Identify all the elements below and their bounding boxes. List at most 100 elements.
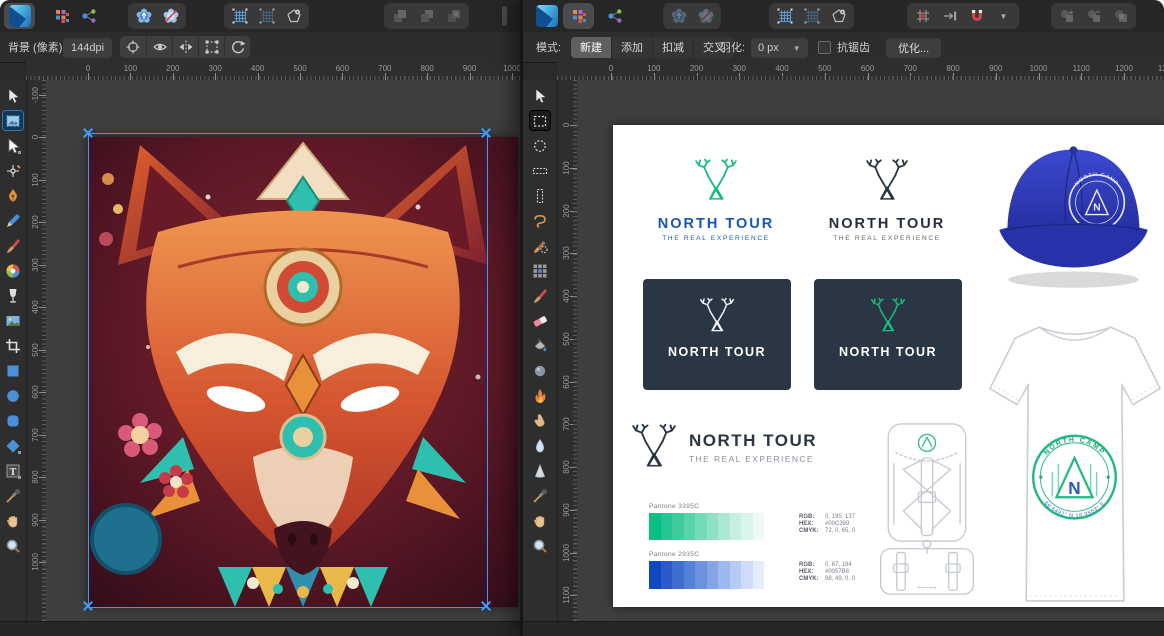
assistant-off-button[interactable] [157, 4, 184, 28]
ellipse-tool[interactable] [2, 385, 24, 406]
move-tool[interactable] [529, 85, 551, 106]
point-transform-tool[interactable] [2, 160, 24, 181]
rectangle-tool[interactable] [2, 360, 24, 381]
canvas-right[interactable]: NORTH TOUR THE REAL EXPERIENCE NORTH TOU… [577, 80, 1164, 622]
arrange-front-button[interactable] [440, 4, 467, 28]
color-wheel-tool[interactable] [2, 260, 24, 281]
grid-dim-button[interactable] [253, 4, 280, 28]
paint-brush-tool[interactable] [529, 285, 551, 306]
view-hand-tool[interactable] [2, 510, 24, 531]
sharpen-tool[interactable] [529, 460, 551, 481]
pixel-persona-button[interactable] [565, 4, 592, 28]
grid-button[interactable] [226, 4, 253, 28]
pantone-step [741, 561, 753, 589]
backpack-mockup[interactable] [875, 417, 979, 603]
pen-tool[interactable] [2, 185, 24, 206]
smudge-tool[interactable] [529, 410, 551, 431]
transparency-tool[interactable] [2, 285, 24, 306]
color-picker-tool[interactable] [529, 485, 551, 506]
text-tool[interactable]: T [2, 460, 24, 481]
ctx-eye-button[interactable] [146, 37, 172, 57]
elliptical-marquee-tool[interactable] [529, 135, 551, 156]
bool-intersect-button[interactable] [1107, 4, 1134, 28]
affinity-logo-button[interactable] [533, 4, 560, 28]
magnet-button[interactable] [963, 4, 990, 28]
export-persona-button[interactable] [75, 4, 102, 28]
rounded-rectangle-tool[interactable] [2, 410, 24, 431]
mode-segment-扣减[interactable]: 扣减 [653, 37, 694, 58]
antialias-checkbox[interactable] [818, 41, 831, 54]
column-marquee-tool[interactable] [529, 185, 551, 206]
horizontal-ruler[interactable]: 01002003004005006007008009001000 [26, 62, 520, 81]
rectangular-marquee-tool[interactable] [529, 110, 551, 131]
flood-fill-tool[interactable] [529, 335, 551, 356]
cap-mockup[interactable]: N NORTH CAMP [985, 127, 1163, 295]
grid-button[interactable] [771, 4, 798, 28]
caret-button[interactable]: ▼ [990, 4, 1017, 28]
vector-brush-tool[interactable] [2, 235, 24, 256]
blur-lens-tool[interactable] [529, 360, 551, 381]
antialias-option[interactable]: 抗锯齿 [818, 32, 870, 62]
brand-artboard[interactable]: NORTH TOUR THE REAL EXPERIENCE NORTH TOU… [613, 125, 1164, 607]
logo-dark[interactable]: NORTH TOUR THE REAL EXPERIENCE [812, 153, 962, 242]
feather-dropdown[interactable]: 0 px ▼ [750, 37, 809, 59]
bool-subtract-button[interactable] [1080, 4, 1107, 28]
zoom-tool[interactable] [529, 535, 551, 556]
selection-handle-topright[interactable] [481, 128, 491, 138]
zoom-tool[interactable] [2, 535, 24, 556]
selection-handle-bottomleft[interactable] [83, 601, 93, 611]
export-persona-button[interactable] [601, 4, 628, 28]
arrange-mid-button[interactable] [413, 4, 440, 28]
eraser-tool[interactable] [529, 310, 551, 331]
move-tool[interactable] [2, 85, 24, 106]
grid-shape-button[interactable] [280, 4, 307, 28]
view-hand-tool[interactable] [529, 510, 551, 531]
ctx-bounds-button[interactable] [198, 37, 224, 57]
row-marquee-tool[interactable] [529, 160, 551, 181]
canvas-left[interactable] [46, 80, 520, 622]
pencil-tool[interactable] [2, 210, 24, 231]
assistant-button[interactable] [130, 4, 157, 28]
top-toolbar [0, 0, 520, 33]
ctx-cycle-button[interactable] [224, 37, 250, 57]
mode-segment-新建[interactable]: 新建 [571, 37, 612, 58]
selection-brush-tool[interactable] [529, 235, 551, 256]
vertical-ruler[interactable]: -10001002003004005006007008009001000 [26, 80, 47, 622]
horizontal-ruler[interactable]: 0100200300400500600700800900100011001200… [557, 62, 1164, 81]
burn-tool[interactable] [529, 385, 551, 406]
tshirt-mockup[interactable]: N NORTH CAMP 69.6492° N 18.9553° E [981, 311, 1164, 607]
flood-select-tool[interactable] [529, 260, 551, 281]
optimize-button[interactable]: 优化... [885, 37, 942, 59]
freehand-lasso-tool[interactable] [529, 210, 551, 231]
pixel-persona-button[interactable] [48, 4, 75, 28]
bool-add-button[interactable] [1053, 4, 1080, 28]
fox-artwork[interactable] [88, 137, 518, 607]
grid-shape-button[interactable] [825, 4, 852, 28]
ctx-center-button[interactable] [120, 37, 146, 57]
shape-tool[interactable] [2, 435, 24, 456]
color-picker-tool[interactable] [2, 485, 24, 506]
grid-dim-button[interactable] [798, 4, 825, 28]
arrange-back-button[interactable] [386, 4, 413, 28]
selection-handle-topleft[interactable] [83, 128, 93, 138]
logo-horizontal-lockup[interactable]: NORTH TOUR THE REAL EXPERIENCE [631, 421, 817, 473]
logo-card-green[interactable]: NORTH TOUR [814, 279, 962, 390]
logo-primary[interactable]: NORTH TOUR THE REAL EXPERIENCE [641, 153, 791, 242]
selection-handle-bottomright[interactable] [481, 601, 491, 611]
ctx-flip-button[interactable] [172, 37, 198, 57]
assistant-off-button[interactable] [692, 4, 719, 28]
crop-tool[interactable] [2, 335, 24, 356]
snap-grid-button[interactable] [909, 4, 936, 28]
antler-mark-white [699, 293, 735, 339]
affinity-logo-button[interactable] [6, 4, 33, 28]
place-image-tool[interactable] [2, 310, 24, 331]
blur-tool[interactable] [529, 435, 551, 456]
vertical-ruler[interactable]: 010020030040050060070080090010001100 [557, 80, 578, 622]
dpi-value[interactable]: 144dpi [62, 37, 113, 59]
mode-segment-添加[interactable]: 添加 [612, 37, 653, 58]
frame-tool[interactable] [2, 110, 24, 131]
node-tool[interactable] [2, 135, 24, 156]
logo-card-white[interactable]: NORTH TOUR [643, 279, 791, 390]
snap-move-button[interactable] [936, 4, 963, 28]
assistant-button[interactable] [665, 4, 692, 28]
